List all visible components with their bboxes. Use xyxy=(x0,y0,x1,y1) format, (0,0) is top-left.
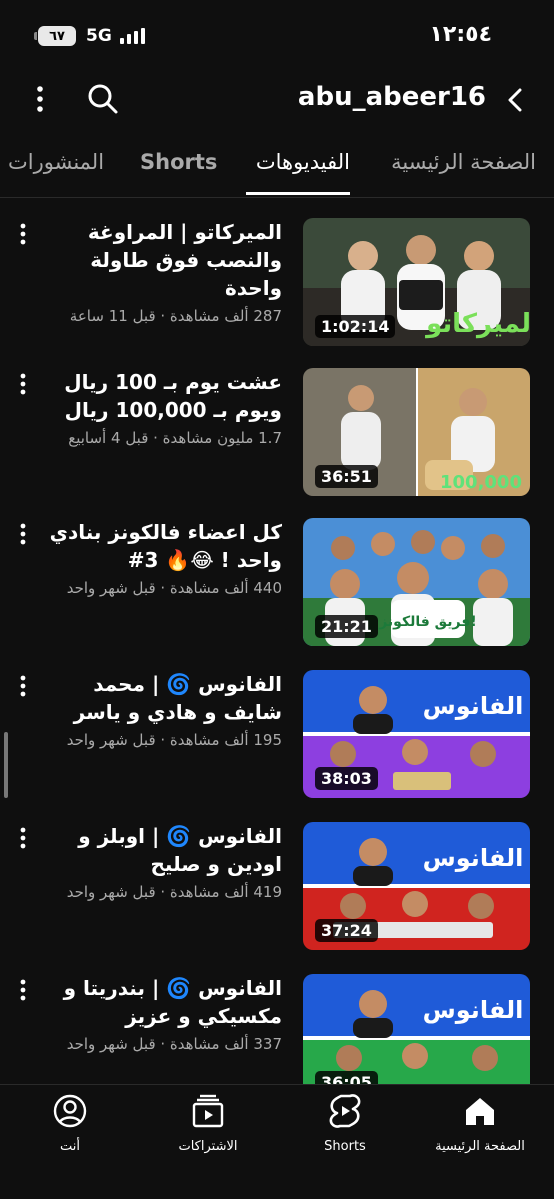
nav-home[interactable]: الصفحة الرئيسية xyxy=(420,1091,540,1154)
more-options-icon[interactable] xyxy=(30,84,50,114)
video-stats: 440 ألف مشاهدة · قبل شهر واحد xyxy=(66,579,282,597)
bottom-navigation: الصفحة الرئيسية Shorts الاشتراكات أنت xyxy=(0,1084,554,1199)
channel-title: abu_abeer16 xyxy=(297,82,486,112)
video-meta: الفانوس 🌀 | اوبلز و اودين و صليح 419 ألف… xyxy=(32,822,282,902)
network-label: 5G xyxy=(86,26,112,46)
clock: ١٢:٥٤ xyxy=(429,22,492,47)
thumbnail-text: الميركاتو xyxy=(424,309,530,339)
thumbnail-art: الفانوس xyxy=(303,974,530,1084)
video-list: الميركاتو 1:02:14 الميركاتو | المراوغة و… xyxy=(0,204,554,1084)
nav-you-label: أنت xyxy=(60,1139,80,1154)
video-stats: 337 ألف مشاهدة · قبل شهر واحد xyxy=(66,1035,282,1053)
video-title[interactable]: كل اعضاء فالكونز بنادي واحد ! 😂🔥 3# xyxy=(32,518,282,574)
battery-level: ٦٧ xyxy=(49,28,65,44)
video-thumbnail[interactable]: الفانوس 37:24 xyxy=(303,822,530,950)
video-title[interactable]: الفانوس 🌀 | اوبلز و اودين و صليح xyxy=(32,822,282,878)
channel-header: abu_abeer16 xyxy=(0,72,554,128)
home-icon xyxy=(466,1098,494,1125)
tab-shorts[interactable]: Shorts xyxy=(140,150,217,174)
video-title[interactable]: الفانوس 🌀 | بندريتا و مكسيكي و عزيز xyxy=(32,974,282,1030)
video-stats: 287 ألف مشاهدة · قبل 11 ساعة xyxy=(69,307,282,325)
video-duration: 36:51 xyxy=(315,465,378,488)
battery-icon: ٦٧ xyxy=(34,26,76,46)
tab-home[interactable]: الصفحة الرئيسية xyxy=(391,150,536,174)
account-icon xyxy=(53,1094,87,1128)
shorts-icon xyxy=(329,1094,361,1128)
nav-subscriptions-label: الاشتراكات xyxy=(178,1139,238,1154)
video-thumbnail[interactable]: الفانوس 38:03 xyxy=(303,670,530,798)
video-more-icon[interactable] xyxy=(16,826,30,850)
video-meta: الميركاتو | المراوغة والنصب فوق طاولة وا… xyxy=(32,218,282,326)
video-item[interactable]: 100,000 36:51 عشت يوم بـ 100 ريال ويوم ب… xyxy=(0,354,554,496)
video-duration: 36:05 xyxy=(315,1071,378,1084)
video-duration: 1:02:14 xyxy=(315,315,396,338)
nav-subscriptions[interactable]: الاشتراكات xyxy=(148,1091,268,1154)
video-more-icon[interactable] xyxy=(16,522,30,546)
thumbnail-text: فريق فالكونز! xyxy=(378,614,477,630)
status-left: ٦٧ 5G xyxy=(34,26,145,46)
video-item[interactable]: فريق فالكونز! 21:21 كل اعضاء فالكونز بنا… xyxy=(0,504,554,646)
video-meta: الفانوس 🌀 | بندريتا و مكسيكي و عزيز 337 … xyxy=(32,974,282,1054)
video-duration: 21:21 xyxy=(315,615,378,638)
video-more-icon[interactable] xyxy=(16,978,30,1002)
video-more-icon[interactable] xyxy=(16,222,30,246)
video-thumbnail[interactable]: فريق فالكونز! 21:21 xyxy=(303,518,530,646)
nav-home-label: الصفحة الرئيسية xyxy=(435,1139,525,1154)
active-tab-indicator xyxy=(246,192,350,195)
video-meta: الفانوس 🌀 | محمد شايف و هادي و ياسر 195 … xyxy=(32,670,282,750)
search-icon[interactable] xyxy=(86,82,120,116)
video-duration: 37:24 xyxy=(315,919,378,942)
thumbnail-text: الفانوس xyxy=(423,692,524,720)
status-bar: ٦٧ 5G ١٢:٥٤ xyxy=(0,0,554,72)
channel-tabs: الصفحة الرئيسية الفيديوهات Shorts المنشو… xyxy=(0,134,554,198)
video-duration: 38:03 xyxy=(315,767,378,790)
video-stats: 1.7 مليون مشاهدة · قبل 4 أسابيع xyxy=(68,429,282,447)
video-item[interactable]: الفانوس 36:05 الفانوس 🌀 | بندريتا و مكسي… xyxy=(0,960,554,1084)
video-title[interactable]: عشت يوم بـ 100 ريال ويوم بـ 100,000 ريال xyxy=(32,368,282,424)
tab-posts[interactable]: المنشورات xyxy=(8,150,104,174)
nav-shorts-label: Shorts xyxy=(324,1139,366,1154)
subscriptions-icon xyxy=(192,1094,224,1128)
tab-videos[interactable]: الفيديوهات xyxy=(256,150,350,174)
nav-shorts[interactable]: Shorts xyxy=(285,1091,405,1154)
thumbnail-text: الفانوس xyxy=(423,844,524,872)
scrollbar[interactable] xyxy=(4,732,8,798)
video-item[interactable]: الميركاتو 1:02:14 الميركاتو | المراوغة و… xyxy=(0,204,554,346)
video-meta: عشت يوم بـ 100 ريال ويوم بـ 100,000 ريال… xyxy=(32,368,282,448)
video-thumbnail[interactable]: 100,000 36:51 xyxy=(303,368,530,496)
video-more-icon[interactable] xyxy=(16,674,30,698)
back-icon[interactable] xyxy=(502,86,530,114)
video-more-icon[interactable] xyxy=(16,372,30,396)
video-stats: 195 ألف مشاهدة · قبل شهر واحد xyxy=(66,731,282,749)
video-stats: 419 ألف مشاهدة · قبل شهر واحد xyxy=(66,883,282,901)
video-thumbnail[interactable]: الفانوس 36:05 xyxy=(303,974,530,1084)
video-item[interactable]: الفانوس 38:03 الفانوس 🌀 | محمد شايف و ها… xyxy=(0,656,554,798)
video-title[interactable]: الفانوس 🌀 | محمد شايف و هادي و ياسر xyxy=(32,670,282,726)
thumbnail-text: الفانوس xyxy=(423,996,524,1024)
thumbnail-text: 100,000 xyxy=(440,472,522,493)
video-item[interactable]: الفانوس 37:24 الفانوس 🌀 | اوبلز و اودين … xyxy=(0,808,554,950)
video-title[interactable]: الميركاتو | المراوغة والنصب فوق طاولة وا… xyxy=(32,218,282,302)
signal-icon xyxy=(119,28,145,44)
video-thumbnail[interactable]: الميركاتو 1:02:14 xyxy=(303,218,530,346)
nav-you[interactable]: أنت xyxy=(10,1091,130,1154)
video-meta: كل اعضاء فالكونز بنادي واحد ! 😂🔥 3# 440 … xyxy=(32,518,282,598)
